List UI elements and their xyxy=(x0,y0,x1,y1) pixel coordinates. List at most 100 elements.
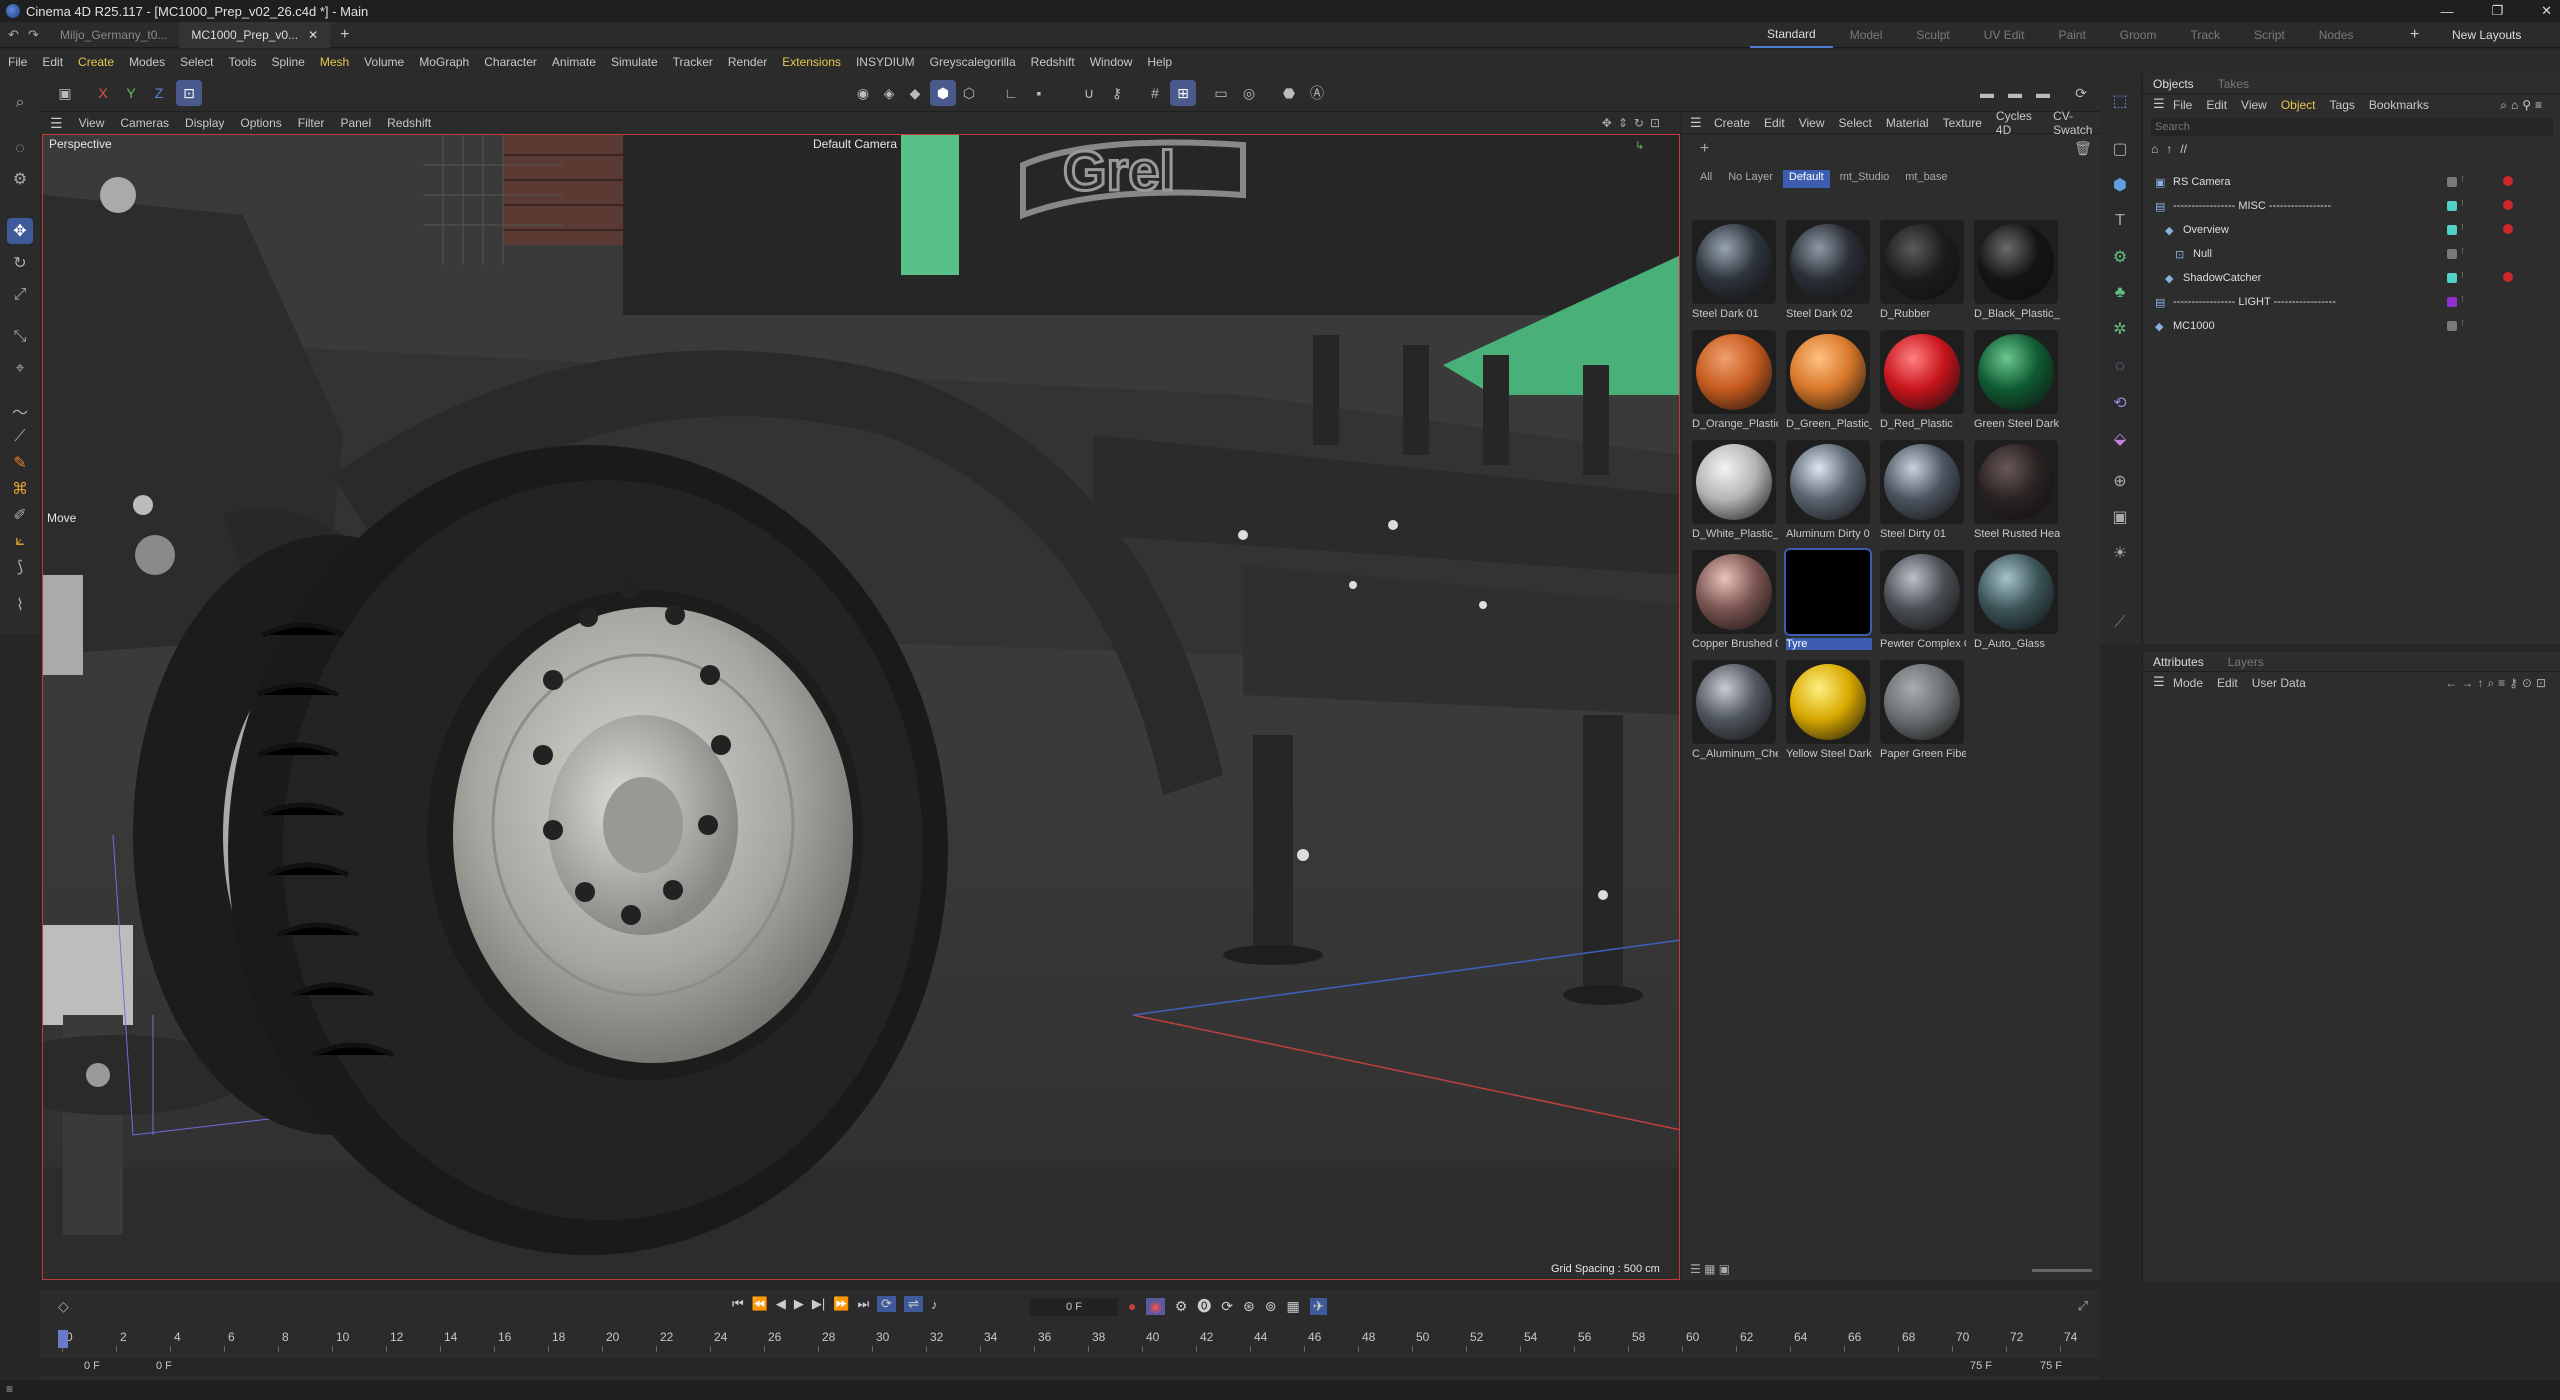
move-tool-icon[interactable]: ✥ xyxy=(7,218,33,244)
material-swatch[interactable]: Tyre xyxy=(1784,548,1872,656)
rotate-tool-icon[interactable]: ↻ xyxy=(7,250,33,276)
menu-character[interactable]: Character xyxy=(484,55,537,69)
light-icon[interactable]: ☀ xyxy=(2107,540,2133,566)
placement-tool-icon[interactable]: ⌖ xyxy=(7,356,33,382)
coordinate-system-icon[interactable]: ⊡ xyxy=(176,80,202,106)
model-mode-icon[interactable]: ⬢ xyxy=(930,80,956,106)
solo-icon[interactable]: ▭ xyxy=(1208,80,1234,106)
knife-tool-icon[interactable]: ⟋ xyxy=(7,424,33,450)
attribute-menu-user-data[interactable]: User Data xyxy=(2252,676,2306,690)
layout-tab-uv-edit[interactable]: UV Edit xyxy=(1967,22,2042,48)
axis-y-button[interactable]: Y xyxy=(118,80,144,106)
field-icon[interactable]: ◌ xyxy=(2107,354,2133,380)
snap-icon[interactable]: ∟ xyxy=(998,80,1024,106)
layout-tab-track[interactable]: Track xyxy=(2173,22,2237,48)
render-queue-icon[interactable]: ▬ xyxy=(2030,80,2056,106)
doc-tab-miljo[interactable]: Miljo_Germany_t0... xyxy=(48,22,179,48)
up-level-icon[interactable]: ↑ xyxy=(2166,142,2172,156)
layer-color-swatch[interactable] xyxy=(2447,273,2457,283)
material-menu-edit[interactable]: Edit xyxy=(1764,116,1785,130)
object-row[interactable]: ◆ ShadowCatcher ⁝ xyxy=(2143,268,2560,288)
object-row[interactable]: ▣ RS Camera ⁝ xyxy=(2143,172,2560,192)
material-swatch[interactable]: D_Auto_Glass xyxy=(1972,548,2060,656)
object-row[interactable]: ◆ Overview ⁝ xyxy=(2143,220,2560,240)
redshift-tag-icon[interactable] xyxy=(2503,272,2513,282)
save-icon[interactable]: ▣ xyxy=(52,80,78,106)
primitive-cube-icon[interactable]: ⬢ xyxy=(2107,172,2133,198)
range-end-field[interactable]: 75 F xyxy=(2040,1360,2062,1372)
spline-pen-icon[interactable]: 〜 xyxy=(7,398,33,424)
doc-tab-mc1000[interactable]: MC1000_Prep_v0... ✕ xyxy=(179,21,331,48)
minimize-button[interactable]: — xyxy=(2440,4,2453,19)
menu-spline[interactable]: Spline xyxy=(271,55,304,69)
search-icon[interactable]: ⌕ xyxy=(7,90,33,116)
material-swatch[interactable]: Green Steel Dark 0 xyxy=(1972,328,2060,436)
menu-window[interactable]: Window xyxy=(1090,55,1133,69)
generator-icon[interactable]: ⚙ xyxy=(2107,244,2133,270)
close-tab-icon[interactable]: ✕ xyxy=(308,28,318,42)
range-start-field[interactable]: 0 F xyxy=(84,1360,100,1372)
material-swatch[interactable]: D_Orange_Plastic xyxy=(1690,328,1778,436)
redo-icon[interactable]: ↷ xyxy=(28,27,48,43)
material-filter-mt-studio[interactable]: mt_Studio xyxy=(1834,170,1896,188)
menu-greyscalegorilla[interactable]: Greyscalegorilla xyxy=(930,55,1016,69)
menu-mograph[interactable]: MoGraph xyxy=(419,55,469,69)
text-icon[interactable]: T xyxy=(2107,208,2133,234)
material-swatch[interactable]: D_Black_Plastic_D xyxy=(1972,218,2060,326)
menu-create[interactable]: Create xyxy=(78,55,114,69)
viewport-menu-view[interactable]: View xyxy=(79,116,105,130)
redshift-ipr-icon[interactable]: ⟳ xyxy=(2068,80,2094,106)
points-mode-icon[interactable]: ◉ xyxy=(850,80,876,106)
spline-icon[interactable]: ▢ xyxy=(2107,136,2133,162)
auto-key-icon[interactable]: Ⓐ xyxy=(1304,80,1330,106)
render-settings-icon[interactable]: ⬣ xyxy=(1276,80,1302,106)
add-layout-icon[interactable]: + xyxy=(2410,26,2419,44)
polygon-pen-icon[interactable]: ✎ xyxy=(7,450,33,476)
visibility-toggle-icon[interactable]: ⁝ xyxy=(2461,294,2464,305)
lock-icon[interactable]: ⚷ xyxy=(1104,80,1130,106)
tab-attributes[interactable]: Attributes xyxy=(2153,655,2204,669)
menu-file[interactable]: File xyxy=(8,55,27,69)
layer-color-swatch[interactable] xyxy=(2447,297,2457,307)
object-row[interactable]: ▤ ----------------- MISC ----------------… xyxy=(2143,196,2560,216)
volume-icon[interactable]: ⟲ xyxy=(2107,390,2133,416)
object-menu-object[interactable]: Object xyxy=(2281,98,2316,112)
close-button[interactable]: ✕ xyxy=(2541,3,2552,19)
attribute-menu-icon[interactable]: ☰ xyxy=(2153,674,2165,690)
material-swatch[interactable]: D_Green_Plastic_A xyxy=(1784,328,1872,436)
menu-extensions[interactable]: Extensions xyxy=(782,55,841,69)
grid-snap-icon[interactable]: ⊞ xyxy=(1170,80,1196,106)
preview-start-field[interactable]: 0 F xyxy=(156,1360,172,1372)
material-swatch[interactable]: Steel Rusted Heav xyxy=(1972,438,2060,546)
menu-tracker[interactable]: Tracker xyxy=(673,55,713,69)
redshift-tag-icon[interactable] xyxy=(2503,176,2513,186)
new-material-icon[interactable]: + xyxy=(1700,140,1709,158)
material-menu-texture[interactable]: Texture xyxy=(1943,116,1982,130)
layout-tab-model[interactable]: Model xyxy=(1833,22,1900,48)
deformer-icon[interactable]: ✲ xyxy=(2107,316,2133,342)
layer-color-swatch[interactable] xyxy=(2447,225,2457,235)
object-toolbar-icons[interactable]: ⌕⌂⚲≡ xyxy=(2500,98,2546,113)
transform-tool-icon[interactable]: ⤡ xyxy=(7,324,33,350)
render-view-icon[interactable]: ▬ xyxy=(1974,80,2000,106)
material-swatch[interactable]: Yellow Steel Dark xyxy=(1784,658,1872,766)
material-swatch[interactable]: D_Rubber xyxy=(1878,218,1966,326)
camera-icon[interactable]: ▣ xyxy=(2107,504,2133,530)
object-menu-icon[interactable]: ☰ xyxy=(2153,96,2165,112)
material-swatch[interactable]: Paper Green Fiber xyxy=(1878,658,1966,766)
select-tool-icon[interactable]: ◌ xyxy=(7,136,33,162)
cube-icon[interactable]: ⬚ xyxy=(2107,88,2133,114)
layout-tab-script[interactable]: Script xyxy=(2237,22,2302,48)
tracer-icon[interactable]: ⬙ xyxy=(2107,426,2133,452)
visibility-toggle-icon[interactable]: ⁝ xyxy=(2461,198,2464,209)
menu-animate[interactable]: Animate xyxy=(552,55,596,69)
settings-gear-icon[interactable]: ⚙ xyxy=(7,166,33,192)
viewport-navigation-icons[interactable]: ✥⇕↻⊡ xyxy=(1602,116,1666,130)
menu-tools[interactable]: Tools xyxy=(228,55,256,69)
preview-end-field[interactable]: 75 F xyxy=(1970,1360,1992,1372)
object-row[interactable]: ◆ MC1000 ⁝ xyxy=(2143,316,2560,336)
viewport-menu-icon[interactable]: ☰ xyxy=(50,115,63,132)
layer-color-swatch[interactable] xyxy=(2447,201,2457,211)
brush-tool-icon[interactable]: ⌘ xyxy=(7,476,33,502)
material-swatch[interactable]: Steel Dark 02 xyxy=(1784,218,1872,326)
